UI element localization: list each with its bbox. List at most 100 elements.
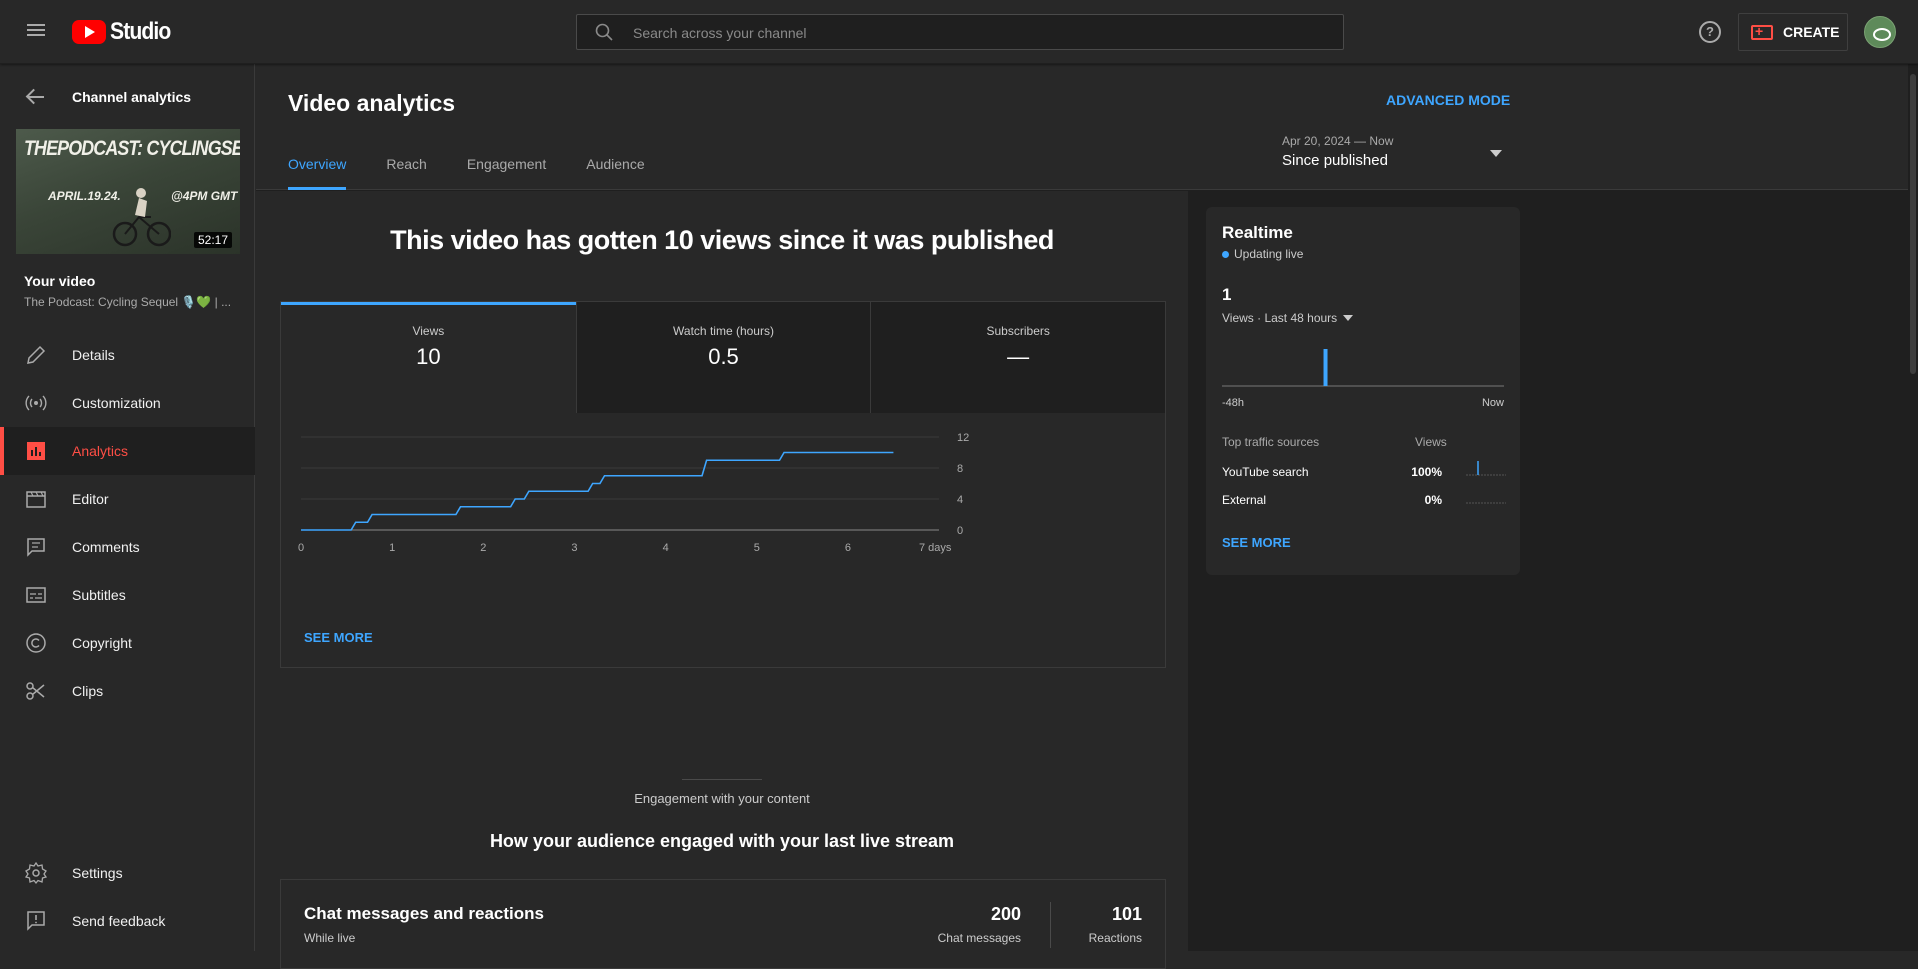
page-title: Video analytics bbox=[288, 90, 456, 116]
chat-messages-label: Chat messages bbox=[937, 931, 1021, 945]
metric-value: 0.5 bbox=[708, 344, 739, 369]
sidebar-item-label: Comments bbox=[72, 539, 140, 555]
metric-subscribers[interactable]: Subscribers — bbox=[870, 302, 1166, 413]
sidebar-nav: Details Customization Analytics Editor C… bbox=[0, 331, 255, 715]
section-divider bbox=[682, 779, 762, 780]
reactions-label: Reactions bbox=[1088, 931, 1142, 945]
date-range-text: Apr 20, 2024 — Now bbox=[1282, 134, 1394, 148]
subtitles-icon bbox=[26, 587, 46, 603]
metric-label: Views bbox=[412, 324, 445, 338]
sidebar-item-customization[interactable]: Customization bbox=[0, 379, 255, 427]
back-to-channel-analytics[interactable]: Channel analytics bbox=[0, 82, 255, 112]
date-range-selector[interactable]: Apr 20, 2024 — Now Since published bbox=[1282, 134, 1512, 178]
analytics-tabs: Overview Reach Engagement Audience bbox=[288, 156, 685, 190]
metric-watch-time[interactable]: Watch time (hours) 0.5 bbox=[575, 302, 871, 413]
realtime-views-count: 1 bbox=[1222, 285, 1232, 304]
search-icon bbox=[595, 23, 613, 41]
main-area: Video analytics ADVANCED MODE Overview R… bbox=[256, 64, 1918, 969]
gear-icon bbox=[24, 861, 48, 885]
youtube-studio-logo[interactable]: Studio bbox=[72, 18, 179, 46]
sidebar-item-label: Customization bbox=[72, 395, 161, 411]
y-tick-label: 0 bbox=[957, 525, 963, 537]
avatar[interactable] bbox=[1864, 16, 1896, 48]
traffic-source-pct: 100% bbox=[1411, 465, 1442, 479]
see-more-link[interactable]: SEE MORE bbox=[304, 630, 373, 645]
sidebar-item-label: Settings bbox=[72, 865, 123, 881]
traffic-source-name: YouTube search bbox=[1222, 465, 1309, 479]
x-tick-label: 6 bbox=[845, 542, 851, 554]
tab-audience[interactable]: Audience bbox=[586, 156, 644, 190]
scissors-icon bbox=[26, 682, 45, 700]
realtime-title: Realtime bbox=[1222, 223, 1293, 242]
tab-overview[interactable]: Overview bbox=[288, 156, 347, 190]
sidebar-item-settings[interactable]: Settings bbox=[0, 849, 255, 897]
help-icon[interactable]: ? bbox=[1699, 21, 1721, 43]
chat-card-subtitle: While live bbox=[304, 931, 356, 945]
chat-card-title: Chat messages and reactions bbox=[304, 904, 544, 923]
tab-engagement[interactable]: Engagement bbox=[467, 156, 546, 190]
create-button[interactable]: CREATE bbox=[1738, 13, 1848, 51]
traffic-sources-header: Top traffic sources bbox=[1222, 435, 1320, 449]
video-title[interactable]: The Podcast: Cycling Sequel 🎙️💚 | ... bbox=[24, 295, 240, 309]
y-tick-label: 12 bbox=[957, 432, 969, 444]
reactions-value: 101 bbox=[1111, 904, 1142, 924]
metric-value: — bbox=[1007, 344, 1030, 369]
thumbnail-date: APRIL.19.24. bbox=[48, 189, 121, 203]
x-tick-label: 1 bbox=[389, 542, 395, 554]
sidebar-bottom-nav: Settings Send feedback bbox=[0, 849, 255, 945]
chevron-down-icon bbox=[1343, 315, 1354, 321]
pencil-icon bbox=[27, 345, 46, 364]
traffic-source-pct: 0% bbox=[1424, 493, 1442, 507]
create-video-icon bbox=[1751, 23, 1773, 40]
metric-tabs: Views 10 Watch time (hours) 0.5 Subscrib… bbox=[281, 302, 1166, 413]
sidebar-item-label: Clips bbox=[72, 683, 104, 699]
sidebar-item-details[interactable]: Details bbox=[0, 331, 255, 379]
sidebar-item-label: Copyright bbox=[72, 635, 132, 651]
sidebar-item-clips[interactable]: Clips bbox=[0, 667, 255, 715]
sidebar-item-subtitles[interactable]: Subtitles bbox=[0, 571, 255, 619]
overview-headline: This video has gotten 10 views since it … bbox=[390, 225, 1054, 255]
create-label: CREATE bbox=[1783, 24, 1840, 40]
sidebar-item-send-feedback[interactable]: Send feedback bbox=[0, 897, 255, 945]
copyright-icon bbox=[26, 633, 46, 653]
sidebar-item-copyright[interactable]: Copyright bbox=[0, 619, 255, 667]
traffic-source-row: YouTube search 100% bbox=[1222, 461, 1506, 485]
sidebar-item-editor[interactable]: Editor bbox=[0, 475, 255, 523]
back-arrow-icon bbox=[26, 87, 46, 107]
reactions-stat: 101 Reactions bbox=[1089, 904, 1142, 945]
y-tick-label: 4 bbox=[957, 494, 963, 506]
traffic-sparkline bbox=[1466, 461, 1506, 476]
x-tick-label: 5 bbox=[754, 542, 760, 554]
x-tick-label: 0 bbox=[298, 542, 304, 554]
metric-views[interactable]: Views 10 bbox=[281, 302, 576, 413]
scrollbar-thumb[interactable] bbox=[1910, 74, 1916, 374]
search-input[interactable]: Search across your channel bbox=[576, 14, 1344, 50]
video-thumbnail[interactable]: THEPODCAST: CYCLINGSEQUEL APRIL.19.24. @… bbox=[16, 129, 240, 254]
live-dot-icon bbox=[1222, 250, 1229, 258]
engagement-title: How your audience engaged with your last… bbox=[489, 831, 955, 851]
sidebar-item-comments[interactable]: Comments bbox=[0, 523, 255, 571]
back-label: Channel analytics bbox=[72, 89, 192, 105]
updating-live-status: Updating live bbox=[1222, 247, 1303, 261]
x-tick-label: 4 bbox=[663, 542, 669, 554]
clapper-icon bbox=[26, 491, 46, 508]
realtime-card: Realtime Updating live 1 Views · Last 48… bbox=[1206, 207, 1520, 575]
chat-reactions-card: Chat messages and reactions While live 2… bbox=[280, 879, 1166, 969]
menu-icon[interactable] bbox=[24, 21, 48, 43]
realtime-end-label: Now bbox=[1481, 397, 1504, 409]
metric-label: Subscribers bbox=[986, 324, 1050, 338]
stat-divider bbox=[1050, 902, 1051, 948]
realtime-see-more-link[interactable]: SEE MORE bbox=[1222, 535, 1291, 550]
duration-badge: 52:17 bbox=[193, 232, 232, 248]
tab-reach[interactable]: Reach bbox=[386, 156, 426, 190]
realtime-metric-selector[interactable]: Views · Last 48 hours bbox=[1222, 311, 1354, 325]
sidebar-item-analytics[interactable]: Analytics bbox=[0, 427, 255, 475]
chat-messages-stat: 200 Chat messages bbox=[938, 904, 1021, 945]
x-tick-label: 7 days bbox=[919, 542, 952, 554]
traffic-views-header: Views bbox=[1415, 435, 1447, 449]
broadcast-icon bbox=[25, 395, 47, 411]
sidebar-item-label: Editor bbox=[72, 491, 109, 507]
advanced-mode-button[interactable]: ADVANCED MODE bbox=[1386, 92, 1510, 108]
x-tick-label: 2 bbox=[480, 542, 486, 554]
scrollbar[interactable] bbox=[1908, 64, 1918, 951]
